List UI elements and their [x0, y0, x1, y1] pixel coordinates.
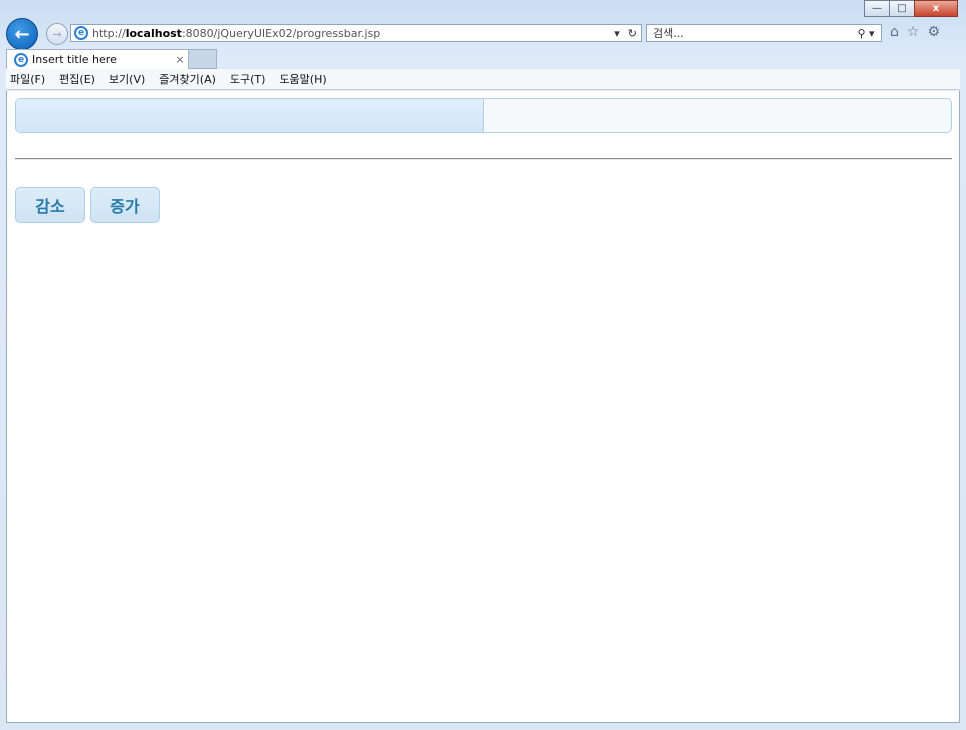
tab-title: Insert title here — [32, 53, 117, 66]
window-bottom-border — [6, 722, 960, 730]
address-bar[interactable]: e http://localhost:8080/jQueryUIEx02/pro… — [70, 24, 642, 42]
menu-edit[interactable]: 편집(E) — [59, 71, 95, 87]
address-dropdown-icon[interactable]: ▾ — [614, 27, 620, 40]
menu-bar: 파일(F) 편집(E) 보기(V) 즐겨찾기(A) 도구(T) 도움말(H) — [6, 69, 960, 90]
navigation-bar: ← → e http://localhost:8080/jQueryUIEx02… — [6, 17, 956, 50]
progress-bar-fill — [16, 99, 484, 132]
refresh-icon[interactable]: ↻ — [628, 27, 637, 40]
url-text: http://localhost:8080/jQueryUIEx02/progr… — [92, 27, 380, 40]
maximize-button[interactable]: □ — [889, 0, 915, 17]
url-path: :8080/jQueryUIEx02/progressbar.jsp — [181, 26, 381, 40]
menu-file[interactable]: 파일(F) — [10, 71, 45, 87]
window-controls: — □ x — [864, 0, 958, 17]
close-window-button[interactable]: x — [914, 0, 958, 17]
url-prefix: http:// — [92, 26, 126, 40]
ie-tab-icon: e — [14, 52, 28, 67]
search-box[interactable]: 검색... ⚲ ▾ — [646, 24, 882, 42]
back-button[interactable]: ← — [6, 18, 38, 50]
new-tab-button[interactable] — [189, 49, 217, 69]
tab-strip: e Insert title here × — [6, 49, 956, 69]
arrow-left-icon: ← — [14, 23, 30, 45]
search-input[interactable]: 검색... — [653, 25, 851, 41]
search-icon[interactable]: ⚲ ▾ — [851, 27, 881, 40]
browser-toolbar: ⌂ ☆ ⚙ — [890, 24, 940, 40]
url-host: localhost — [125, 26, 182, 40]
home-icon[interactable]: ⌂ — [890, 24, 899, 40]
forward-button[interactable]: → — [46, 23, 68, 45]
increase-button[interactable]: 증가 — [90, 187, 160, 223]
address-tools: ▾ ↻ — [614, 25, 637, 41]
decrease-button[interactable]: 감소 — [15, 187, 85, 223]
menu-favorites[interactable]: 즐겨찾기(A) — [159, 71, 216, 87]
minimize-button[interactable]: — — [864, 0, 890, 17]
tab-active[interactable]: e Insert title here × — [6, 49, 189, 69]
settings-gear-icon[interactable]: ⚙ — [927, 24, 940, 40]
horizontal-rule — [15, 158, 952, 160]
menu-tools[interactable]: 도구(T) — [230, 71, 266, 87]
menu-view[interactable]: 보기(V) — [109, 71, 145, 87]
page-content: 감소 증가 — [6, 91, 960, 723]
menu-help[interactable]: 도움말(H) — [279, 71, 326, 87]
tab-close-icon[interactable]: × — [172, 53, 188, 66]
browser-window: — □ x ← → e http://localhost:8080/jQuery… — [0, 0, 966, 730]
progress-bar — [15, 98, 952, 133]
arrow-right-icon: → — [52, 27, 62, 41]
ie-page-icon: e — [74, 26, 88, 40]
favorites-star-icon[interactable]: ☆ — [907, 24, 920, 40]
